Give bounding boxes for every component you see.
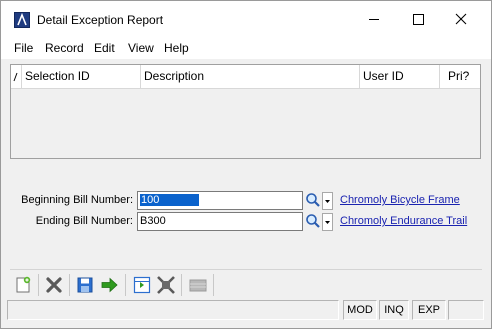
- menu-record[interactable]: Record: [45, 41, 84, 55]
- chevron-down-icon: [325, 200, 330, 203]
- maximize-button[interactable]: [395, 1, 441, 37]
- status-message-panel: [7, 300, 339, 320]
- row-marker-column: [11, 65, 22, 88]
- window-title: Detail Exception Report: [37, 13, 164, 27]
- new-record-button[interactable]: [12, 274, 34, 296]
- menu-bar: File Record Edit View Help: [1, 37, 491, 59]
- ending-bill-value: B300: [140, 215, 166, 227]
- arrow-right-icon: [101, 277, 118, 293]
- ending-bill-description-link[interactable]: Chromoly Endurance Trail: [340, 215, 467, 227]
- menu-view[interactable]: View: [128, 41, 154, 55]
- delete-x-icon: [46, 277, 62, 293]
- beginning-bill-label: Beginning Bill Number:: [21, 194, 133, 206]
- menu-file[interactable]: File: [14, 41, 33, 55]
- column-header-description[interactable]: Description: [141, 65, 360, 88]
- minimize-button[interactable]: [351, 1, 397, 37]
- minimize-icon: [369, 19, 379, 20]
- beginning-bill-value: 100: [140, 194, 200, 206]
- status-mode-exp: EXP: [412, 300, 446, 320]
- ending-bill-input[interactable]: B300: [137, 212, 303, 231]
- row-edit-marker-icon: [13, 72, 18, 82]
- status-mode-mod: MOD: [343, 300, 377, 320]
- close-button[interactable]: [439, 1, 485, 37]
- beginning-bill-input[interactable]: 100: [137, 191, 303, 210]
- toolbar-separator: [125, 274, 126, 296]
- toolbar-separator: [38, 274, 39, 296]
- title-bar: Detail Exception Report: [1, 1, 491, 37]
- beginning-lookup-button[interactable]: [305, 192, 321, 208]
- magnifier-icon: [306, 193, 320, 207]
- save-button[interactable]: [74, 274, 96, 296]
- column-header-selection-id[interactable]: Selection ID: [22, 65, 141, 88]
- save-disk-icon: [77, 277, 93, 293]
- application-window: Detail Exception Report File Record Edit…: [0, 0, 492, 329]
- magnifier-icon: [306, 214, 320, 228]
- grid-view-button[interactable]: [131, 274, 153, 296]
- chevron-down-icon: [325, 221, 330, 224]
- app-logo-icon: [14, 12, 30, 28]
- beginning-dropdown-button[interactable]: [322, 192, 333, 210]
- disabled-bar-icon: [189, 279, 207, 292]
- toolbar-separator: [213, 274, 214, 296]
- selection-grid[interactable]: Selection ID Description User ID Pri?: [10, 64, 481, 159]
- column-header-priority[interactable]: Pri?: [440, 65, 480, 88]
- shrink-arrows-icon: [157, 276, 175, 294]
- toolbar-separator: [181, 274, 182, 296]
- grid-header: Selection ID Description User ID Pri?: [11, 65, 480, 89]
- toolbar-separator: [69, 274, 70, 296]
- menu-help[interactable]: Help: [164, 41, 189, 55]
- close-icon: [455, 13, 467, 25]
- delete-button[interactable]: [43, 274, 65, 296]
- column-header-user-id[interactable]: User ID: [360, 65, 440, 88]
- beginning-bill-description-link[interactable]: Chromoly Bicycle Frame: [340, 194, 460, 206]
- status-extra-panel: [448, 300, 484, 320]
- grid-view-icon: [133, 276, 151, 294]
- collapse-button[interactable]: [155, 274, 177, 296]
- status-mode-inq: INQ: [379, 300, 409, 320]
- ending-dropdown-button[interactable]: [322, 213, 333, 231]
- ending-bill-label: Ending Bill Number:: [35, 215, 133, 227]
- maximize-icon: [413, 14, 424, 25]
- disabled-toolbar-button[interactable]: [187, 274, 209, 296]
- new-document-icon: [16, 276, 31, 293]
- proceed-button[interactable]: [99, 274, 121, 296]
- toolbar-divider: [10, 269, 482, 270]
- menu-edit[interactable]: Edit: [94, 41, 115, 55]
- status-bar: MOD INQ EXP: [7, 300, 485, 320]
- ending-lookup-button[interactable]: [305, 213, 321, 229]
